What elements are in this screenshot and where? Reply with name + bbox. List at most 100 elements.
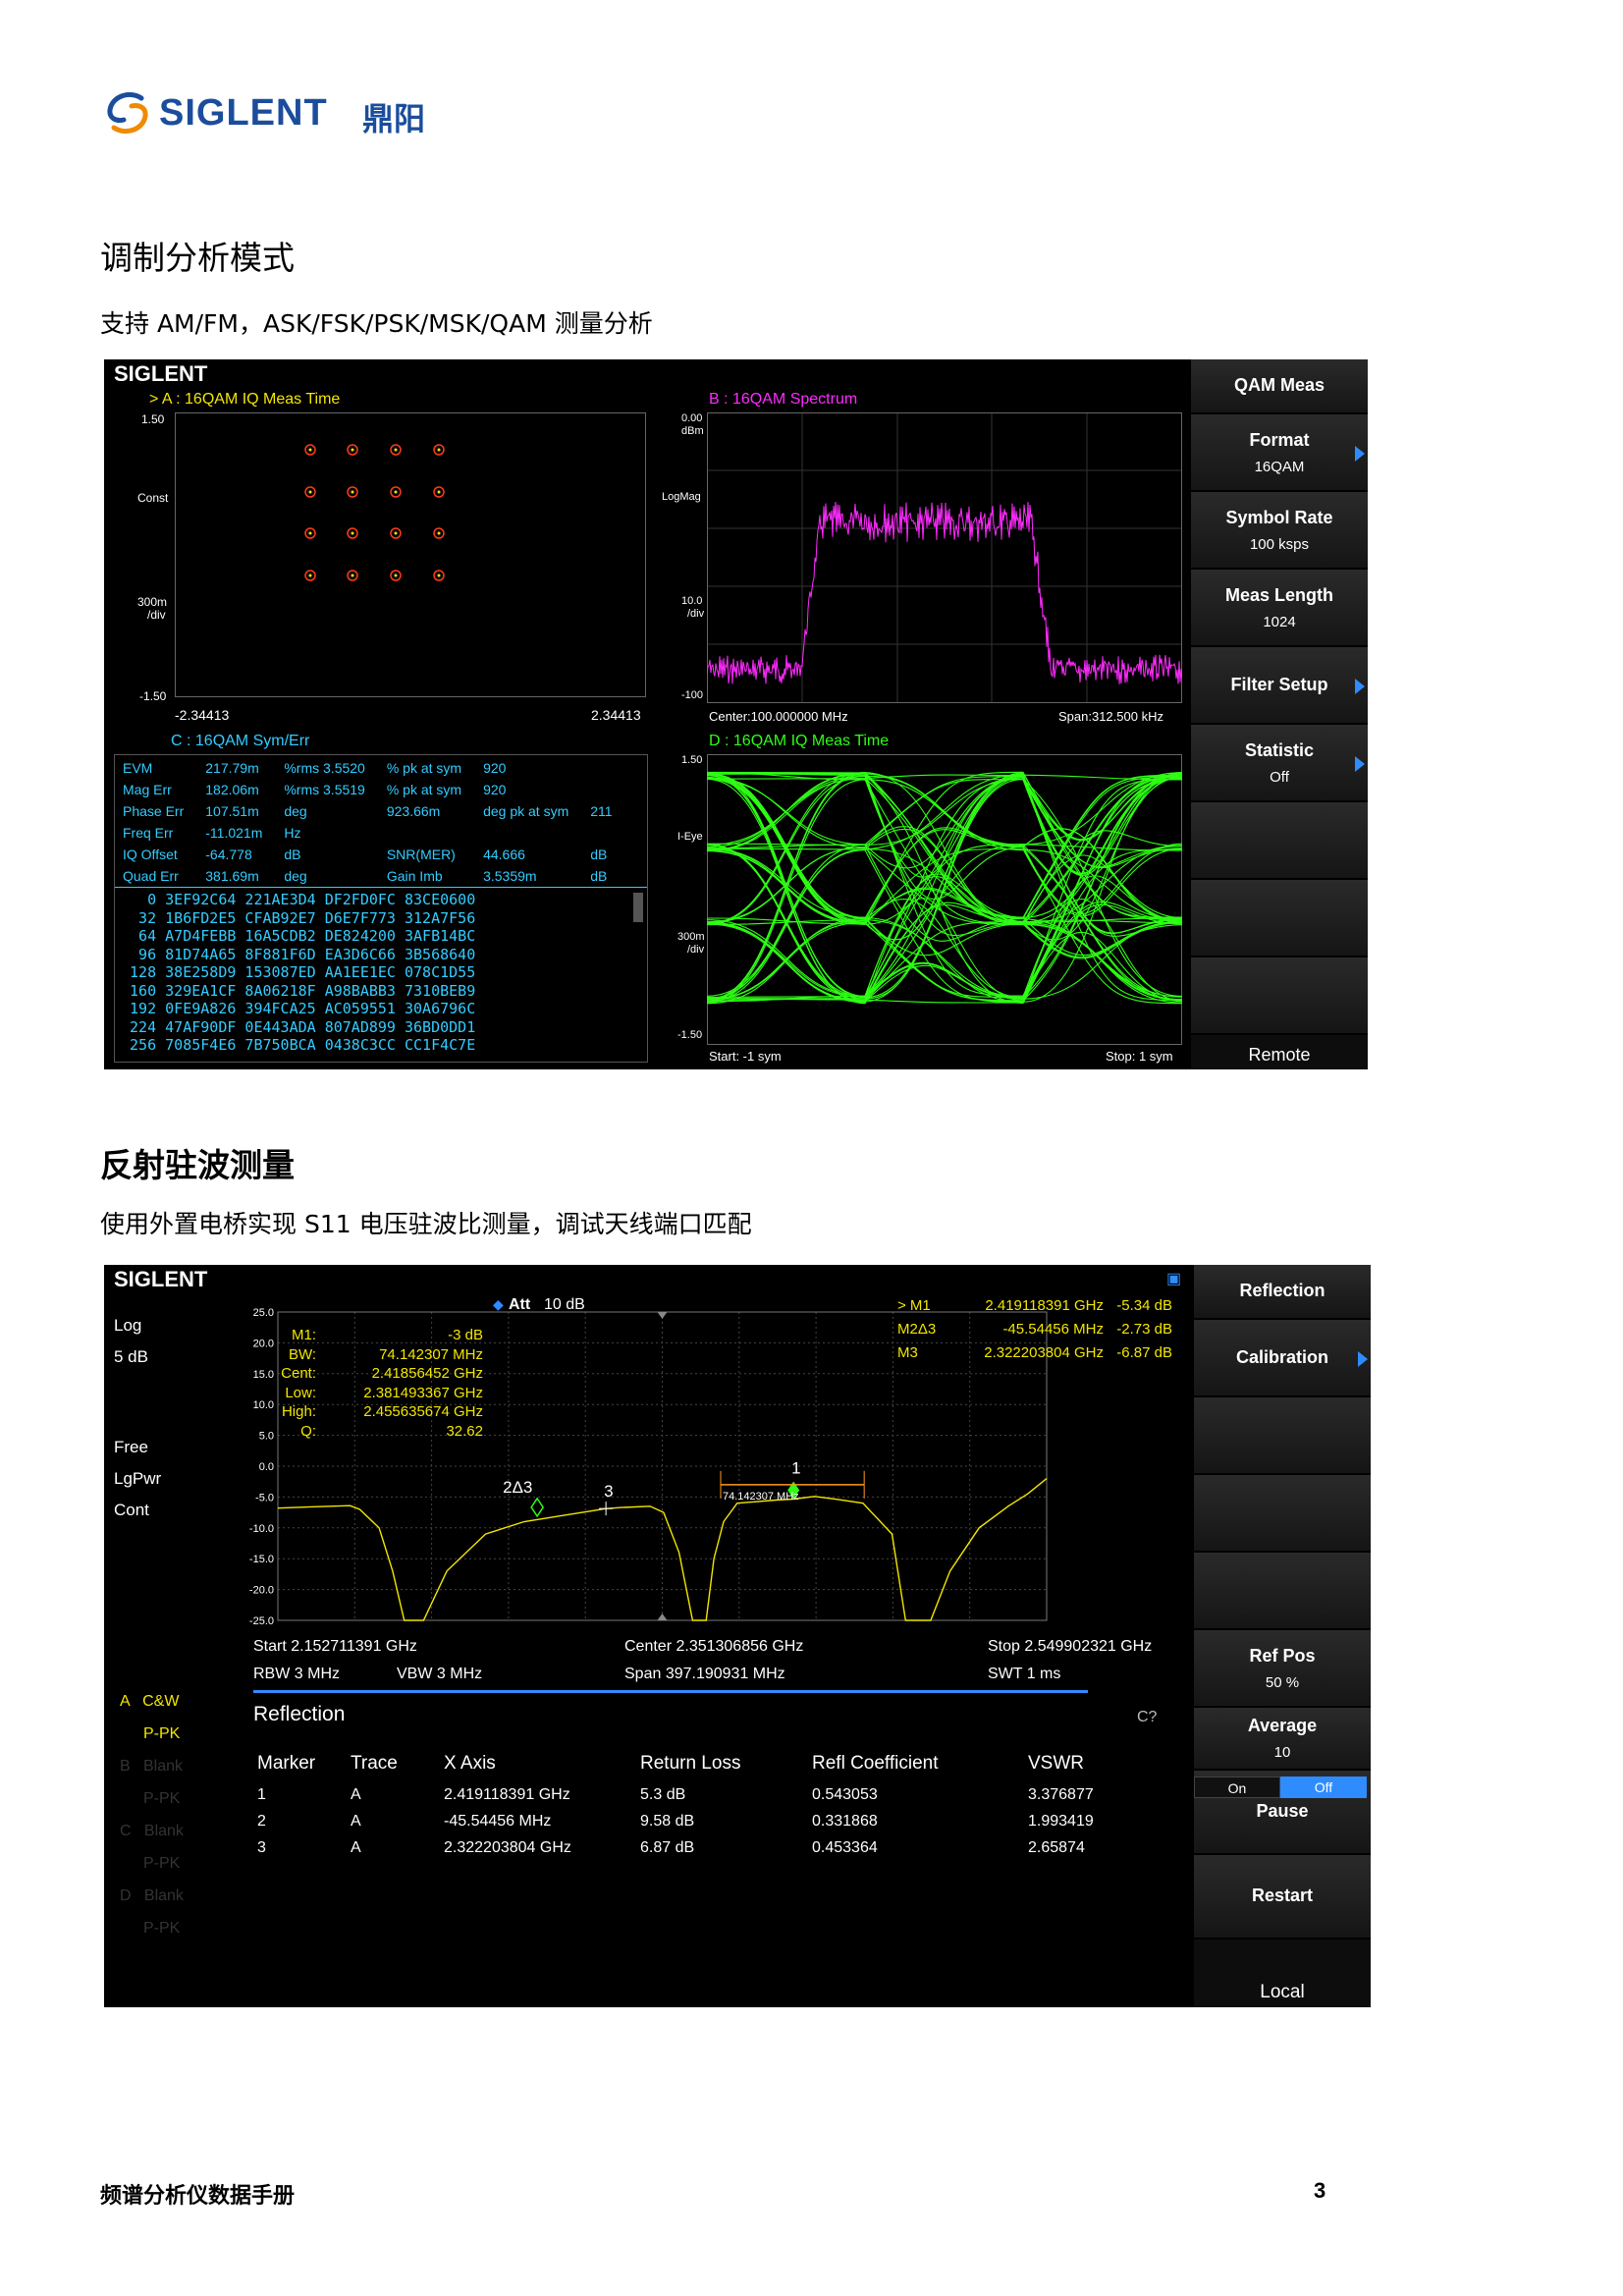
freq-start: Start 2.152711391 GHz	[253, 1638, 417, 1655]
error-cell: % pk at sym	[386, 782, 462, 797]
softkey-reflection[interactable]: Reflection	[1194, 1265, 1371, 1320]
scale-type: Log	[114, 1316, 142, 1335]
sweep-time: SWT 1 ms	[988, 1666, 1061, 1682]
marker-readout-row: M3 2.322203804 GHz -6.87 dB	[897, 1344, 1172, 1361]
trace-a[interactable]: A C&W P-PK	[120, 1685, 184, 1750]
section-title-reflection: 反射驻波测量	[100, 1146, 295, 1184]
error-row: IQ Offset -64.778 dB SNR(MER) 44.666 dB	[123, 844, 634, 865]
table-header: Trace	[351, 1753, 398, 1774]
table-cell: 2.65874	[1028, 1838, 1085, 1856]
constellation-point	[347, 570, 358, 581]
softkey-value: 50 %	[1265, 1673, 1300, 1691]
table-row: 3 A 2.322203804 GHz 6.87 dB 0.453364 2.65874	[257, 1834, 1126, 1861]
table-cell: -45.54456 MHz	[444, 1812, 552, 1830]
hex-scrollbar[interactable]	[633, 893, 643, 922]
error-cell: Mag Err	[123, 782, 172, 797]
panel-b-ytop: 0.00	[681, 412, 703, 424]
hex-row: 192 0FE9A826 394FCA25 AC059551 30A6796C	[121, 1000, 476, 1017]
trace-b[interactable]: B Blank P-PK	[120, 1750, 184, 1815]
trace-c[interactable]: C Blank P-PK	[120, 1815, 184, 1880]
error-cell: %rms 3.5520	[284, 760, 365, 776]
softkey-statistic[interactable]: Statistic Off	[1191, 725, 1368, 802]
panel-a-xleft: -2.34413	[175, 707, 230, 723]
softkey-label: Average	[1247, 1716, 1318, 1735]
error-row: Phase Err 107.51m deg 923.66m deg pk at sym 2…	[123, 800, 634, 822]
submenu-arrow-icon	[1355, 755, 1365, 772]
panel-d-ytop: 1.50	[681, 754, 703, 766]
table-cell: 1	[257, 1785, 266, 1803]
table-cell: 0.543053	[812, 1785, 878, 1803]
softkey-calibration[interactable]: Calibration	[1194, 1320, 1371, 1397]
softkey-symbol-rate[interactable]: Symbol Rate 100 ksps	[1191, 492, 1368, 570]
constellation-point	[304, 570, 316, 581]
table-row: 1 A 2.419118391 GHz 5.3 dB 0.543053 3.376877	[257, 1781, 1126, 1808]
softkey-blank-6[interactable]	[1191, 802, 1368, 880]
panel-a-ydiv: 300m	[137, 595, 168, 609]
bw-readout-row: High: 2.455635674 GHz	[281, 1403, 483, 1420]
section-desc-modulation: 支持 AM/FM，ASK/FSK/PSK/MSK/QAM 测量分析	[100, 309, 653, 338]
softkey-label: Ref Pos	[1249, 1645, 1316, 1666]
softkey-qam-meas[interactable]: QAM Meas	[1191, 359, 1368, 414]
panel-a-ybot: -1.50	[139, 689, 167, 703]
trace-d[interactable]: D Blank P-PK	[120, 1880, 184, 1944]
bw-readout-row: Q: 32.62	[300, 1422, 483, 1440]
reflection-screen: SIGLENT ▣ ◆ Att 10 dB Log 5 dB Free LgPw…	[104, 1265, 1371, 2007]
softkey-blank-8[interactable]	[1191, 957, 1368, 1035]
average-off[interactable]: Off	[1280, 1777, 1367, 1798]
table-cell: A	[351, 1838, 361, 1856]
footer-title: 频谱分析仪数据手册	[100, 2184, 296, 2209]
rbw: RBW 3 MHz	[253, 1666, 340, 1682]
error-row: EVM 217.79m %rms 3.5520 % pk at sym 920	[123, 757, 634, 779]
error-row: Freq Err -11.021m Hz	[123, 822, 634, 844]
marker-2-diamond-icon[interactable]	[530, 1497, 545, 1518]
panel-a-xright: 2.34413	[591, 707, 641, 723]
softkey-ref-pos[interactable]: Ref Pos 50 %	[1194, 1630, 1371, 1708]
panel-a-ydiv-unit: /div	[147, 608, 166, 622]
softkey-average[interactable]: Average 10	[1194, 1708, 1371, 1771]
average-on[interactable]: On	[1194, 1777, 1280, 1798]
marker-readout-row: M2Δ3 -45.54456 MHz -2.73 dB	[897, 1321, 1172, 1338]
panel-c-title: C : 16QAM Sym/Err	[171, 733, 310, 749]
softkey-restart[interactable]: Restart	[1194, 1855, 1371, 1940]
table-cell: 0.331868	[812, 1812, 878, 1830]
error-cell: dB	[590, 868, 608, 884]
softkey-value: Off	[1270, 768, 1289, 786]
panel-d-xleft: Start: -1 sym	[709, 1049, 782, 1064]
hex-row: 0 3EF92C64 221AE3D4 DF2FD0FC 83CE0600	[121, 891, 476, 908]
error-cell: -11.021m	[205, 825, 263, 841]
bw-readout-row: Cent: 2.41856452 GHz	[281, 1365, 483, 1382]
softkey-blank-7[interactable]	[1191, 880, 1368, 957]
bw-readout-row: M1: -3 dB	[291, 1327, 483, 1343]
softkey-label: Symbol Rate	[1225, 507, 1333, 527]
table-cell: 0.453364	[812, 1838, 878, 1856]
error-row: Mag Err 182.06m %rms 3.5519 % pk at sym 920	[123, 779, 634, 800]
constellation-point	[433, 527, 445, 539]
constellation-point	[433, 486, 445, 498]
symbol-hex-dump: 0 3EF92C64 221AE3D4 DF2FD0FC 83CE0600 32…	[121, 891, 475, 1055]
submenu-arrow-icon	[1358, 1350, 1368, 1367]
average-toggle[interactable]: On Off	[1194, 1777, 1367, 1798]
table-cell: 2	[257, 1812, 266, 1830]
softkey-filter-setup[interactable]: Filter Setup	[1191, 647, 1368, 725]
error-cell: -64.778	[205, 847, 252, 862]
sym-err-panel: EVM 217.79m %rms 3.5520% pk at sym 920 Mag E…	[114, 754, 648, 1063]
siglent-logo: SIGLENT 鼎阳	[102, 88, 456, 137]
hex-row: 64 A7D4FEBB 16A5CDB2 DE824200 3AFB14BC	[121, 927, 476, 945]
bw-readout-row: Low: 2.381493367 GHz	[285, 1384, 483, 1401]
detector-mode: LgPwr	[114, 1469, 162, 1488]
table-cell: 6.87 dB	[640, 1838, 695, 1856]
page-number: 3	[1314, 2178, 1326, 2203]
softkey-blank-4[interactable]	[1194, 1553, 1371, 1630]
error-cell: 217.79m	[205, 760, 259, 776]
panel-d-ybot: -1.50	[677, 1029, 703, 1041]
softkey-blank-2[interactable]	[1194, 1397, 1371, 1475]
error-cell: Quad Err	[123, 868, 179, 884]
panel-d-title: D : 16QAM IQ Meas Time	[709, 733, 890, 749]
softkey-blank-3[interactable]	[1194, 1475, 1371, 1553]
spectrum-plot	[707, 412, 1182, 703]
marker-readout: > M1 2.419118391 GHz -5.34 dB M2Δ3 -45.54456…	[897, 1294, 1172, 1365]
error-cell: 211	[590, 803, 613, 819]
table-header: Return Loss	[640, 1753, 741, 1774]
softkey-format[interactable]: Format 16QAM	[1191, 414, 1368, 492]
softkey-meas-length[interactable]: Meas Length 1024	[1191, 570, 1368, 647]
